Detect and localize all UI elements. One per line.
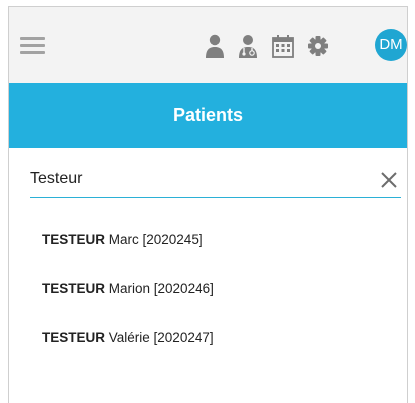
person-icon[interactable] bbox=[202, 31, 228, 61]
calendar-icon[interactable] bbox=[270, 31, 296, 61]
doctor-icon[interactable] bbox=[235, 31, 261, 61]
app-frame: DM Patients TESTEUR Marc [2020245] TESTE… bbox=[8, 6, 408, 403]
close-icon[interactable] bbox=[379, 170, 399, 190]
user-avatar[interactable]: DM bbox=[375, 29, 407, 61]
list-item[interactable]: TESTEUR Valérie [2020247] bbox=[42, 330, 214, 379]
patient-details: Valérie [2020247] bbox=[105, 330, 214, 345]
patient-lastname: TESTEUR bbox=[42, 330, 106, 345]
title-bar: Patients bbox=[9, 83, 407, 148]
hamburger-menu-icon[interactable] bbox=[20, 37, 45, 55]
patient-lastname: TESTEUR bbox=[42, 232, 106, 247]
patient-details: Marc [2020245] bbox=[105, 232, 203, 247]
top-toolbar: DM bbox=[9, 7, 407, 84]
page-title: Patients bbox=[172, 105, 244, 125]
gear-icon[interactable] bbox=[305, 31, 331, 61]
patient-details: Marion [2020246] bbox=[105, 281, 214, 296]
search-input[interactable] bbox=[30, 166, 360, 192]
patient-search bbox=[30, 164, 401, 198]
search-results-list: TESTEUR Marc [2020245] TESTEUR Marion [2… bbox=[42, 232, 214, 379]
list-item[interactable]: TESTEUR Marc [2020245] bbox=[42, 232, 214, 281]
patient-lastname: TESTEUR bbox=[42, 281, 106, 296]
list-item[interactable]: TESTEUR Marion [2020246] bbox=[42, 281, 214, 330]
